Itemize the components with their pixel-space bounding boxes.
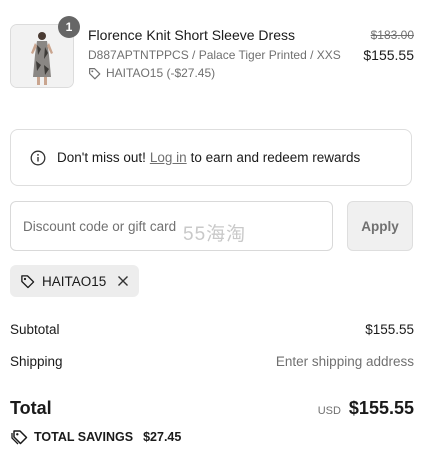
total-savings: TOTAL SAVINGS $27.45 — [10, 429, 181, 445]
product-discount: HAITAO15 (-$27.45) — [88, 66, 215, 80]
savings-value: $27.45 — [143, 430, 182, 444]
quantity-badge: 1 — [58, 16, 80, 38]
product-title: Florence Knit Short Sleeve Dress — [88, 27, 295, 43]
product-discount-label: HAITAO15 (-$27.45) — [106, 66, 216, 80]
shipping-label: Shipping — [10, 354, 63, 369]
original-price: $183.00 — [370, 28, 414, 42]
apply-button[interactable]: Apply — [347, 201, 413, 251]
currency-code: USD — [317, 405, 341, 417]
banner-suffix: to earn and redeem rewards — [190, 150, 361, 165]
login-link[interactable]: Log in — [150, 150, 187, 165]
banner-prefix: Don't miss out! — [57, 150, 146, 165]
subtotal-value: $155.55 — [365, 322, 414, 337]
savings-tag-icon — [11, 430, 28, 445]
total-amount: USD $155.55 — [318, 398, 414, 419]
current-price: $155.55 — [363, 47, 414, 63]
applied-code-label: HAITAO15 — [42, 273, 107, 289]
tag-icon — [21, 274, 35, 288]
close-icon — [118, 276, 129, 286]
tag-icon — [89, 67, 101, 79]
applied-discount-chip: HAITAO15 — [10, 265, 140, 297]
total-label: Total — [10, 398, 52, 418]
login-rewards-banner: Don't miss out! Log in to earn and redee… — [10, 129, 412, 186]
remove-discount-button[interactable] — [117, 275, 129, 287]
subtotal-label: Subtotal — [10, 322, 60, 337]
total-value: $155.55 — [348, 398, 414, 418]
product-variant: D887APTNTPPCS / Palace Tiger Printed / X… — [88, 48, 341, 62]
shipping-value: Enter shipping address — [275, 354, 414, 369]
discount-code-input[interactable] — [10, 201, 333, 251]
watermark-text: 55海淘 — [183, 224, 247, 245]
savings-label: TOTAL SAVINGS — [34, 430, 134, 444]
info-icon — [30, 150, 46, 165]
